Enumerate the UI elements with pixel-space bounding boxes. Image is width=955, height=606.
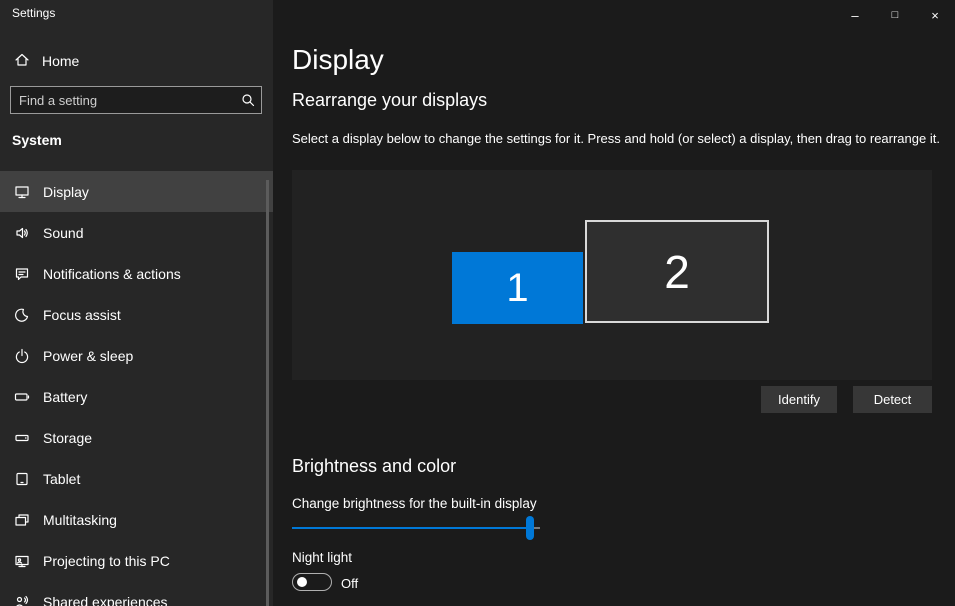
- search-input[interactable]: [11, 93, 235, 108]
- close-button[interactable]: ×: [915, 0, 955, 30]
- nav-label: Power & sleep: [43, 348, 133, 364]
- sidebar-item-home[interactable]: Home: [0, 46, 273, 76]
- night-light-state: Off: [341, 576, 358, 591]
- nav-label: Projecting to this PC: [43, 553, 170, 569]
- slider-fill: [292, 527, 530, 529]
- nav-label: Display: [43, 184, 89, 200]
- sidebar-nav: Display Sound Notifications & actions Fo…: [0, 171, 273, 606]
- nav-label: Notifications & actions: [43, 266, 181, 282]
- brightness-slider-label: Change brightness for the built-in displ…: [292, 496, 537, 511]
- notifications-icon: [14, 266, 30, 282]
- sidebar-item-projecting[interactable]: Projecting to this PC: [0, 540, 273, 581]
- sidebar-item-focus-assist[interactable]: Focus assist: [0, 294, 273, 335]
- nav-label: Focus assist: [43, 307, 121, 323]
- tablet-icon: [14, 471, 30, 487]
- nav-label: Shared experiences: [43, 594, 168, 606]
- home-label: Home: [42, 53, 79, 69]
- nav-label: Battery: [43, 389, 87, 405]
- maximize-button[interactable]: □: [875, 0, 915, 30]
- detect-button[interactable]: Detect: [853, 386, 932, 413]
- storage-icon: [14, 430, 30, 446]
- sidebar-item-shared-experiences[interactable]: Shared experiences: [0, 581, 273, 606]
- sidebar-item-multitasking[interactable]: Multitasking: [0, 499, 273, 540]
- sidebar-item-notifications[interactable]: Notifications & actions: [0, 253, 273, 294]
- monitor-1[interactable]: 1: [452, 252, 583, 324]
- sidebar-item-power-sleep[interactable]: Power & sleep: [0, 335, 273, 376]
- brightness-heading: Brightness and color: [292, 456, 456, 477]
- toggle-knob: [297, 577, 307, 587]
- sidebar-section-system: System: [12, 132, 62, 148]
- shared-experiences-icon: [14, 594, 30, 606]
- night-light-label: Night light: [292, 550, 352, 565]
- power-icon: [14, 348, 30, 364]
- minimize-button[interactable]: –: [835, 0, 875, 30]
- sidebar-item-tablet[interactable]: Tablet: [0, 458, 273, 499]
- search-icon[interactable]: [235, 92, 261, 108]
- rearrange-heading: Rearrange your displays: [292, 90, 487, 111]
- nav-label: Sound: [43, 225, 83, 241]
- settings-window: Settings Home System Display: [0, 0, 955, 606]
- display-arrangement-panel: 1 2: [292, 170, 932, 380]
- sidebar-item-storage[interactable]: Storage: [0, 417, 273, 458]
- sidebar-item-display[interactable]: Display: [0, 171, 273, 212]
- sidebar-scrollbar[interactable]: [266, 180, 269, 606]
- nav-label: Storage: [43, 430, 92, 446]
- search-box[interactable]: [10, 86, 262, 114]
- projecting-icon: [14, 553, 30, 569]
- home-icon: [14, 52, 30, 71]
- window-title: Settings: [12, 6, 55, 20]
- nav-label: Tablet: [43, 471, 80, 487]
- monitor-2[interactable]: 2: [585, 220, 769, 323]
- sound-icon: [14, 225, 30, 241]
- slider-thumb[interactable]: [526, 516, 534, 540]
- focus-assist-icon: [14, 307, 30, 323]
- multitasking-icon: [14, 512, 30, 528]
- page-title: Display: [292, 44, 384, 76]
- window-controls: – □ ×: [835, 0, 955, 30]
- night-light-toggle[interactable]: [292, 573, 332, 591]
- brightness-slider[interactable]: [292, 516, 540, 540]
- identify-button[interactable]: Identify: [761, 386, 837, 413]
- display-icon: [14, 184, 30, 200]
- battery-icon: [14, 389, 30, 405]
- sidebar-item-battery[interactable]: Battery: [0, 376, 273, 417]
- sidebar-item-sound[interactable]: Sound: [0, 212, 273, 253]
- nav-label: Multitasking: [43, 512, 117, 528]
- rearrange-description: Select a display below to change the set…: [292, 131, 940, 146]
- sidebar: Settings Home System Display: [0, 0, 273, 606]
